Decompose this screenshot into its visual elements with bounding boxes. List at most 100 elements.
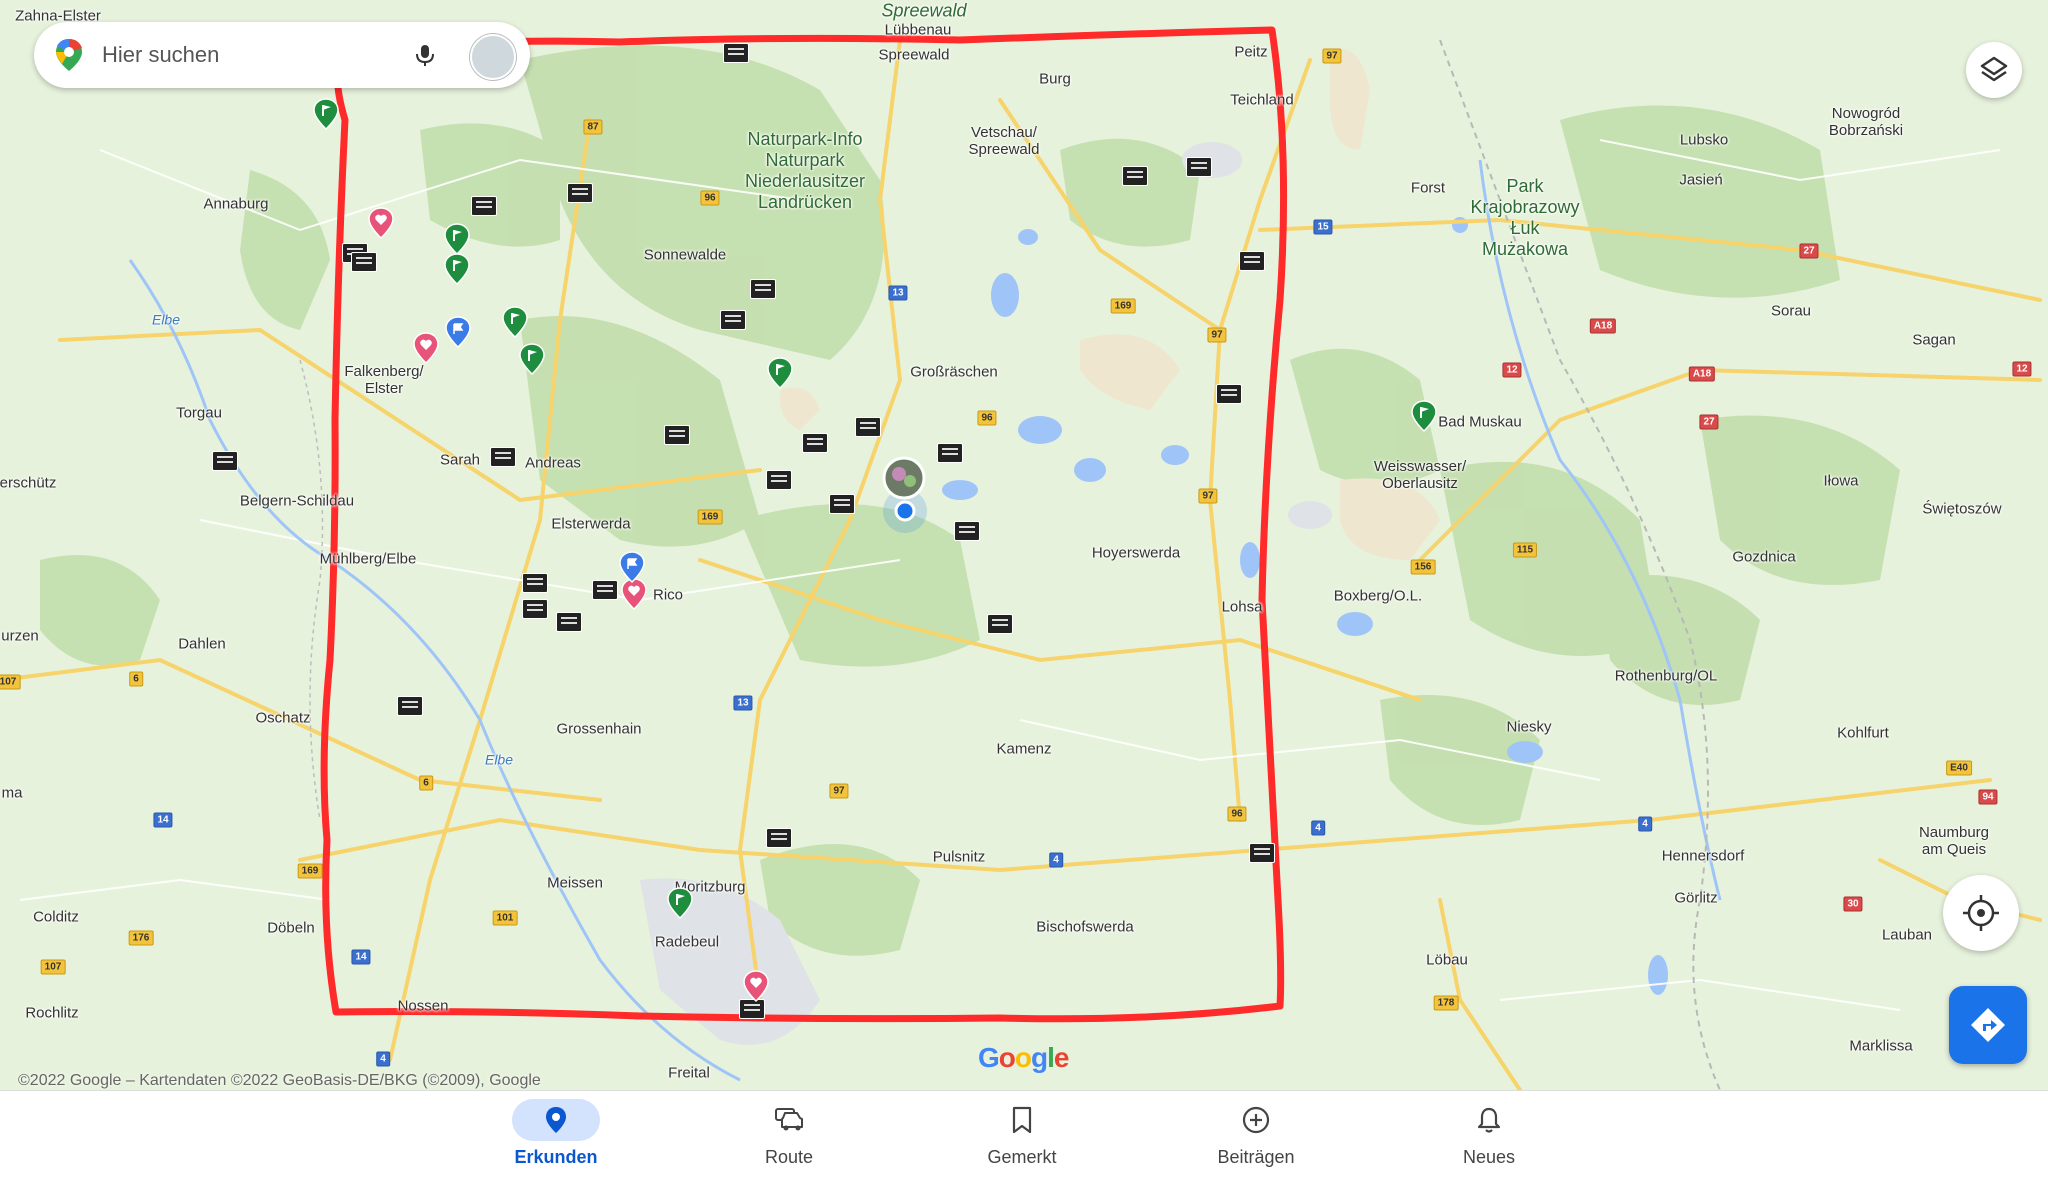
custom-flag-marker-icon[interactable] bbox=[1216, 384, 1242, 404]
place-label-lubbenau[interactable]: Lübbenau bbox=[885, 22, 952, 39]
favorite-heart-pin-icon[interactable] bbox=[368, 207, 394, 240]
place-label-dahlen[interactable]: Dahlen bbox=[178, 636, 226, 653]
place-label-jasien[interactable]: Jasień bbox=[1679, 172, 1722, 189]
custom-flag-marker-icon[interactable] bbox=[750, 279, 776, 299]
nav-explore[interactable]: Erkunden bbox=[486, 1091, 626, 1180]
custom-flag-marker-icon[interactable] bbox=[490, 447, 516, 467]
custom-flag-marker-icon[interactable] bbox=[522, 573, 548, 593]
saved-place-pin-icon[interactable] bbox=[619, 551, 645, 584]
place-label-naumburg[interactable]: Naumburg am Queis bbox=[1919, 824, 1989, 858]
place-label-bad_muskau[interactable]: Bad Muskau bbox=[1438, 414, 1521, 431]
want-to-go-pin-icon[interactable] bbox=[502, 306, 528, 339]
custom-flag-marker-icon[interactable] bbox=[351, 252, 377, 272]
place-label-belgern[interactable]: Belgern-Schildau bbox=[240, 493, 354, 510]
custom-flag-marker-icon[interactable] bbox=[766, 828, 792, 848]
place-label-naturpark[interactable]: Naturpark-Info Naturpark Niederlausitzer… bbox=[745, 129, 865, 213]
place-label-spreewald[interactable]: Spreewald bbox=[879, 47, 950, 64]
custom-flag-marker-icon[interactable] bbox=[1249, 843, 1275, 863]
custom-flag-marker-icon[interactable] bbox=[720, 310, 746, 330]
nav-saved[interactable]: Gemerkt bbox=[952, 1091, 1092, 1180]
place-label-freital[interactable]: Freital bbox=[668, 1065, 710, 1082]
place-label-sarah[interactable]: Sarah bbox=[440, 452, 480, 469]
place-label-marklissa[interactable]: Marklissa bbox=[1849, 1038, 1912, 1055]
place-label-vetschau[interactable]: Vetschau/ Spreewald bbox=[969, 124, 1040, 158]
custom-flag-marker-icon[interactable] bbox=[1239, 251, 1265, 271]
custom-flag-marker-icon[interactable] bbox=[567, 183, 593, 203]
want-to-go-pin-icon[interactable] bbox=[444, 253, 470, 286]
place-label-loebau[interactable]: Löbau bbox=[1426, 952, 1468, 969]
custom-flag-marker-icon[interactable] bbox=[212, 451, 238, 471]
want-to-go-pin-icon[interactable] bbox=[444, 223, 470, 256]
favorite-heart-pin-icon[interactable] bbox=[413, 332, 439, 365]
microphone-icon[interactable] bbox=[412, 42, 438, 68]
place-label-torgau[interactable]: Torgau bbox=[176, 405, 222, 422]
want-to-go-pin-icon[interactable] bbox=[1411, 400, 1437, 433]
directions-button[interactable] bbox=[1949, 986, 2027, 1064]
my-location-button[interactable] bbox=[1943, 875, 2019, 951]
place-label-urzen[interactable]: urzen bbox=[1, 628, 39, 645]
place-label-ma[interactable]: ma bbox=[2, 785, 23, 802]
nav-contribute[interactable]: Beiträgen bbox=[1186, 1091, 1326, 1180]
want-to-go-pin-icon[interactable] bbox=[767, 357, 793, 390]
place-label-peitz[interactable]: Peitz bbox=[1234, 44, 1267, 61]
favorite-heart-pin-icon[interactable] bbox=[743, 970, 769, 1003]
place-label-doebeln[interactable]: Döbeln bbox=[267, 920, 315, 937]
place-label-weisswasser[interactable]: Weisswasser/ Oberlausitz bbox=[1374, 458, 1466, 492]
place-label-nossen[interactable]: Nossen bbox=[398, 998, 449, 1015]
nav-updates[interactable]: Neues bbox=[1419, 1091, 1559, 1180]
place-label-gozdnica[interactable]: Gozdnica bbox=[1732, 549, 1795, 566]
custom-flag-marker-icon[interactable] bbox=[954, 521, 980, 541]
layers-button[interactable] bbox=[1966, 42, 2022, 98]
place-label-kohlfurt[interactable]: Kohlfurt bbox=[1837, 725, 1889, 742]
place-label-elbe2[interactable]: Elbe bbox=[485, 752, 513, 769]
custom-flag-marker-icon[interactable] bbox=[1186, 157, 1212, 177]
place-label-lubsko[interactable]: Lubsko bbox=[1680, 132, 1728, 149]
place-label-sonnewalde[interactable]: Sonnewalde bbox=[644, 247, 727, 264]
place-label-rochlitz[interactable]: Rochlitz bbox=[25, 1005, 78, 1022]
user-location[interactable] bbox=[882, 456, 927, 533]
place-label-spreewald_t[interactable]: Spreewald bbox=[881, 2, 966, 20]
place-label-ilowa[interactable]: Iłowa bbox=[1823, 473, 1858, 490]
account-avatar[interactable] bbox=[470, 34, 516, 80]
search-bar[interactable]: Hier suchen bbox=[34, 22, 530, 88]
place-label-lohsa[interactable]: Lohsa bbox=[1222, 599, 1263, 616]
custom-flag-marker-icon[interactable] bbox=[397, 696, 423, 716]
place-label-burg[interactable]: Burg bbox=[1039, 71, 1071, 88]
place-label-teichland[interactable]: Teichland bbox=[1230, 92, 1293, 109]
custom-flag-marker-icon[interactable] bbox=[723, 43, 749, 63]
place-label-goerlitz[interactable]: Görlitz bbox=[1674, 890, 1717, 907]
place-label-boxberg[interactable]: Boxberg/O.L. bbox=[1334, 588, 1422, 605]
custom-flag-marker-icon[interactable] bbox=[802, 433, 828, 453]
place-label-elbe1[interactable]: Elbe bbox=[152, 312, 180, 329]
place-label-hoyerswerda[interactable]: Hoyerswerda bbox=[1092, 545, 1180, 562]
want-to-go-pin-icon[interactable] bbox=[519, 343, 545, 376]
place-label-andreas[interactable]: Andreas bbox=[525, 455, 581, 472]
custom-flag-marker-icon[interactable] bbox=[987, 614, 1013, 634]
want-to-go-pin-icon[interactable] bbox=[313, 98, 339, 131]
custom-flag-marker-icon[interactable] bbox=[937, 443, 963, 463]
custom-flag-marker-icon[interactable] bbox=[664, 425, 690, 445]
place-label-pulsnitz[interactable]: Pulsnitz bbox=[933, 849, 986, 866]
custom-flag-marker-icon[interactable] bbox=[855, 417, 881, 437]
custom-flag-marker-icon[interactable] bbox=[592, 580, 618, 600]
place-label-falkenberg[interactable]: Falkenberg/ Elster bbox=[344, 363, 423, 397]
custom-flag-marker-icon[interactable] bbox=[522, 599, 548, 619]
place-label-meissen[interactable]: Meissen bbox=[547, 875, 603, 892]
place-label-lauban[interactable]: Lauban bbox=[1882, 927, 1932, 944]
custom-flag-marker-icon[interactable] bbox=[556, 612, 582, 632]
place-label-elsterwerda[interactable]: Elsterwerda bbox=[551, 516, 630, 533]
custom-flag-marker-icon[interactable] bbox=[766, 470, 792, 490]
place-label-forst[interactable]: Forst bbox=[1411, 180, 1445, 197]
place-label-grossraeschen[interactable]: Großräschen bbox=[910, 364, 998, 381]
place-label-swietoszow[interactable]: Świętoszów bbox=[1922, 501, 2001, 518]
place-label-kamenz[interactable]: Kamenz bbox=[996, 741, 1051, 758]
want-to-go-pin-icon[interactable] bbox=[667, 887, 693, 920]
place-label-radebeul[interactable]: Radebeul bbox=[655, 934, 719, 951]
place-label-rothenburg[interactable]: Rothenburg/OL bbox=[1615, 668, 1718, 685]
place-label-hennersdorf[interactable]: Hennersdorf bbox=[1662, 848, 1745, 865]
place-label-niesky[interactable]: Niesky bbox=[1506, 719, 1551, 736]
place-label-colditz[interactable]: Colditz bbox=[33, 909, 79, 926]
search-input[interactable]: Hier suchen bbox=[102, 42, 219, 68]
place-label-nowogrod[interactable]: Nowogród Bobrzański bbox=[1829, 105, 1903, 139]
place-label-muehlberg[interactable]: Mühlberg/Elbe bbox=[320, 551, 417, 568]
